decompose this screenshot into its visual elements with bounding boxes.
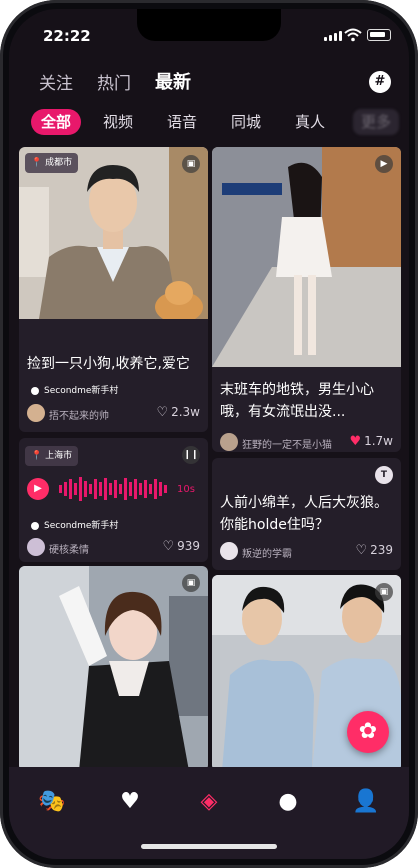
avatar[interactable] [27, 404, 45, 422]
voice-duration: 10s [177, 484, 195, 495]
like-count: 2.3w [171, 405, 200, 419]
feed-card-1[interactable]: 📍 成都市 ▣ 捡到一只小狗,收养它,爱它 Secondme新手村 捂不起来的帅… [19, 147, 208, 432]
location-text: 成都市 [45, 158, 73, 168]
card-3-meta: 硬核柔情 ♡ 939 [27, 538, 200, 558]
voice-wave-icon: ❙❙ [182, 446, 200, 464]
heart-outline-icon: ♡ [156, 405, 169, 420]
card-3-game: Secondme新手村 [31, 518, 118, 531]
tab-latest[interactable]: 最新 [155, 68, 191, 94]
avatar[interactable] [27, 538, 45, 556]
card-4-meta: 叛逆的学霸 ♡ 239 [220, 542, 393, 562]
avatar[interactable] [220, 542, 238, 560]
username[interactable]: 叛逆的学霸 [242, 545, 292, 560]
username[interactable]: 硬核柔情 [49, 541, 89, 556]
image-type-icon: ▣ [182, 574, 200, 592]
heart-outline-icon: ♡ [355, 543, 368, 558]
category-real[interactable]: 真人 [295, 109, 325, 135]
category-bar: 全部 视频 语音 同城 真人 更多 [9, 105, 409, 139]
image-type-icon: ▣ [375, 583, 393, 601]
app-screen: 22:22 关注 热门 最新 # 全部 视频 语音 同城 真人 更多 📍 成都市… [9, 9, 409, 859]
heart-filled-icon: ♥ [349, 434, 362, 449]
feed-card-5[interactable]: ▣ [19, 566, 208, 771]
card-5-photo [19, 566, 208, 771]
signal-icon [324, 31, 342, 41]
username[interactable]: 狂野的一定不是小猫 [242, 436, 332, 451]
tab-following[interactable]: 关注 [39, 69, 73, 94]
username[interactable]: 捂不起来的帅 [49, 407, 109, 422]
card-4-title: 人前小绵羊，人后大灰狼。你能holde住吗？ [220, 495, 388, 533]
like-count: 939 [177, 539, 200, 553]
video-play-icon[interactable]: ▶ [375, 155, 393, 173]
play-voice-button[interactable]: ▶ [27, 478, 49, 500]
like-button[interactable]: ♥ 1.7w [349, 434, 393, 449]
home-indicator [141, 844, 277, 849]
feed-card-3[interactable]: 📍 上海市 ❙❙ ▶ 10s Secondme新手村 硬核柔情 ♡ 939 [19, 438, 208, 562]
category-voice[interactable]: 语音 [167, 109, 197, 135]
profile-icon[interactable]: 👤 [349, 787, 383, 817]
hashtag-icon[interactable]: # [369, 71, 391, 93]
card-1-game: Secondme新手村 [31, 383, 118, 396]
category-all[interactable]: 全部 [31, 109, 82, 135]
card-1-title: 捡到一只小狗,收养它,爱它 [27, 356, 190, 372]
location-badge: 📍 上海市 [25, 446, 79, 466]
wifi-icon [344, 28, 362, 42]
like-button[interactable]: ♡ 939 [162, 539, 200, 554]
card-2-title: 末班车的地铁，男生小心哦，有女流氓出没... [220, 382, 374, 420]
battery-icon [367, 29, 391, 41]
heart-outline-icon: ♡ [162, 539, 175, 554]
voice-waveform [59, 477, 167, 501]
game-label: Secondme新手村 [44, 386, 119, 396]
pinwheel-icon[interactable]: ✿ [347, 711, 389, 753]
chat-bubble-icon[interactable]: ● [271, 787, 305, 817]
game-label: Secondme新手村 [44, 521, 119, 531]
location-badge: 📍 成都市 [25, 153, 79, 173]
notch [137, 9, 281, 41]
avatar[interactable] [220, 433, 238, 451]
feed-card-2[interactable]: ▶ 末班车的地铁，男生小心哦，有女流氓出没... 狂野的一定不是小猫 ♥ 1.7w [212, 147, 401, 452]
like-button[interactable]: ♡ 2.3w [156, 405, 200, 420]
like-count: 1.7w [364, 434, 393, 448]
phone-frame: 22:22 关注 热门 最新 # 全部 视频 语音 同城 真人 更多 📍 成都市… [0, 0, 418, 868]
heart-hands-icon[interactable]: ♥ [113, 787, 147, 817]
location-text: 上海市 [45, 451, 73, 461]
card-2-meta: 狂野的一定不是小猫 ♥ 1.7w [220, 433, 393, 452]
like-button[interactable]: ♡ 239 [355, 543, 393, 558]
image-type-icon: ▣ [182, 155, 200, 173]
feed-card-4[interactable]: T 人前小绵羊，人后大灰狼。你能holde住吗？ 叛逆的学霸 ♡ 239 [212, 458, 401, 570]
category-local[interactable]: 同城 [231, 109, 261, 135]
status-time: 22:22 [43, 27, 91, 45]
compass-icon[interactable]: ◈ [192, 787, 226, 817]
card-1-meta: 捂不起来的帅 ♡ 2.3w [27, 404, 200, 424]
category-more[interactable]: 更多 [353, 109, 400, 135]
card-2-photo [212, 147, 401, 367]
tab-popular[interactable]: 热门 [97, 69, 131, 94]
feed-header: 关注 热门 最新 # [9, 61, 409, 101]
mask-icon[interactable]: 🎭 [35, 787, 69, 817]
category-video[interactable]: 视频 [103, 109, 133, 135]
like-count: 239 [370, 543, 393, 557]
text-post-icon: T [375, 466, 393, 484]
